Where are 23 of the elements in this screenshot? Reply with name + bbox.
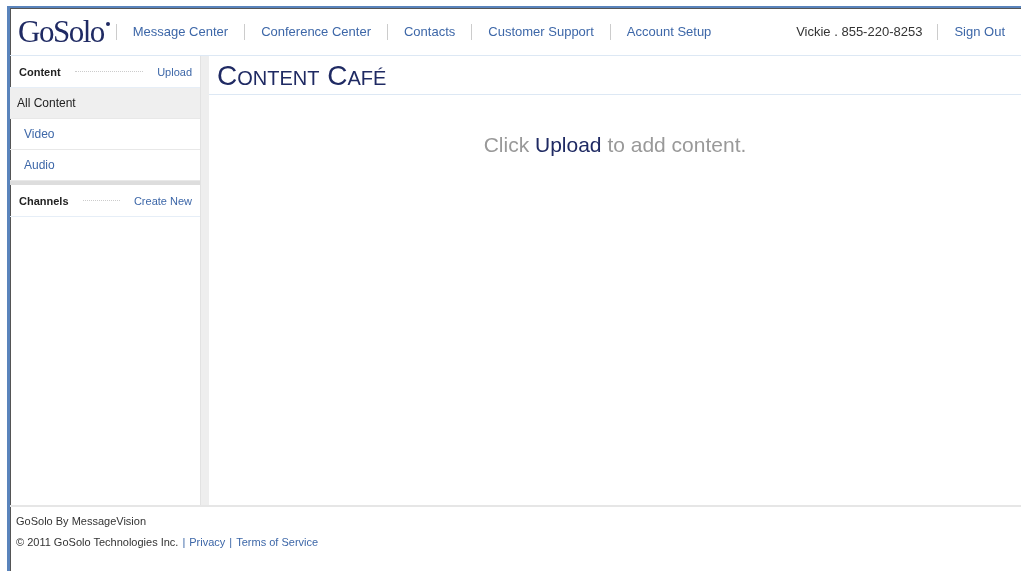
nav-link[interactable]: Contacts [388, 24, 472, 39]
copyright-text: © 2011 GoSolo Technologies Inc. [16, 536, 179, 548]
link-separator: | [229, 536, 233, 548]
footer-link[interactable]: Terms of Service [236, 536, 319, 548]
section-title: Content [19, 65, 61, 78]
nav-link[interactable]: Account Setup [610, 24, 728, 39]
registered-mark-icon [105, 21, 110, 26]
section-action-link[interactable]: Create New [133, 194, 192, 207]
nav-link[interactable]: Conference Center [245, 24, 387, 39]
sign-out-link[interactable]: Sign Out [938, 24, 1021, 39]
nav-link[interactable]: Message Center [116, 24, 245, 39]
section-title: Channels [19, 194, 69, 207]
link-separator: | [182, 536, 186, 548]
sidebar-item[interactable]: All Content [10, 88, 200, 119]
footer-link[interactable]: Privacy [189, 536, 226, 548]
page-title: Content Café [209, 56, 1021, 95]
nav-link[interactable]: Customer Support [472, 24, 610, 39]
upload-link[interactable]: Upload [535, 133, 602, 156]
section-action-link[interactable]: Upload [157, 65, 192, 78]
footer-brand: GoSolo By MessageVision [16, 515, 148, 527]
empty-message: Click Upload to add content. [483, 133, 747, 156]
user-phone: Vickie . 855-220-8253 [796, 24, 924, 39]
gosolo-logo: GoSolo [18, 13, 110, 50]
